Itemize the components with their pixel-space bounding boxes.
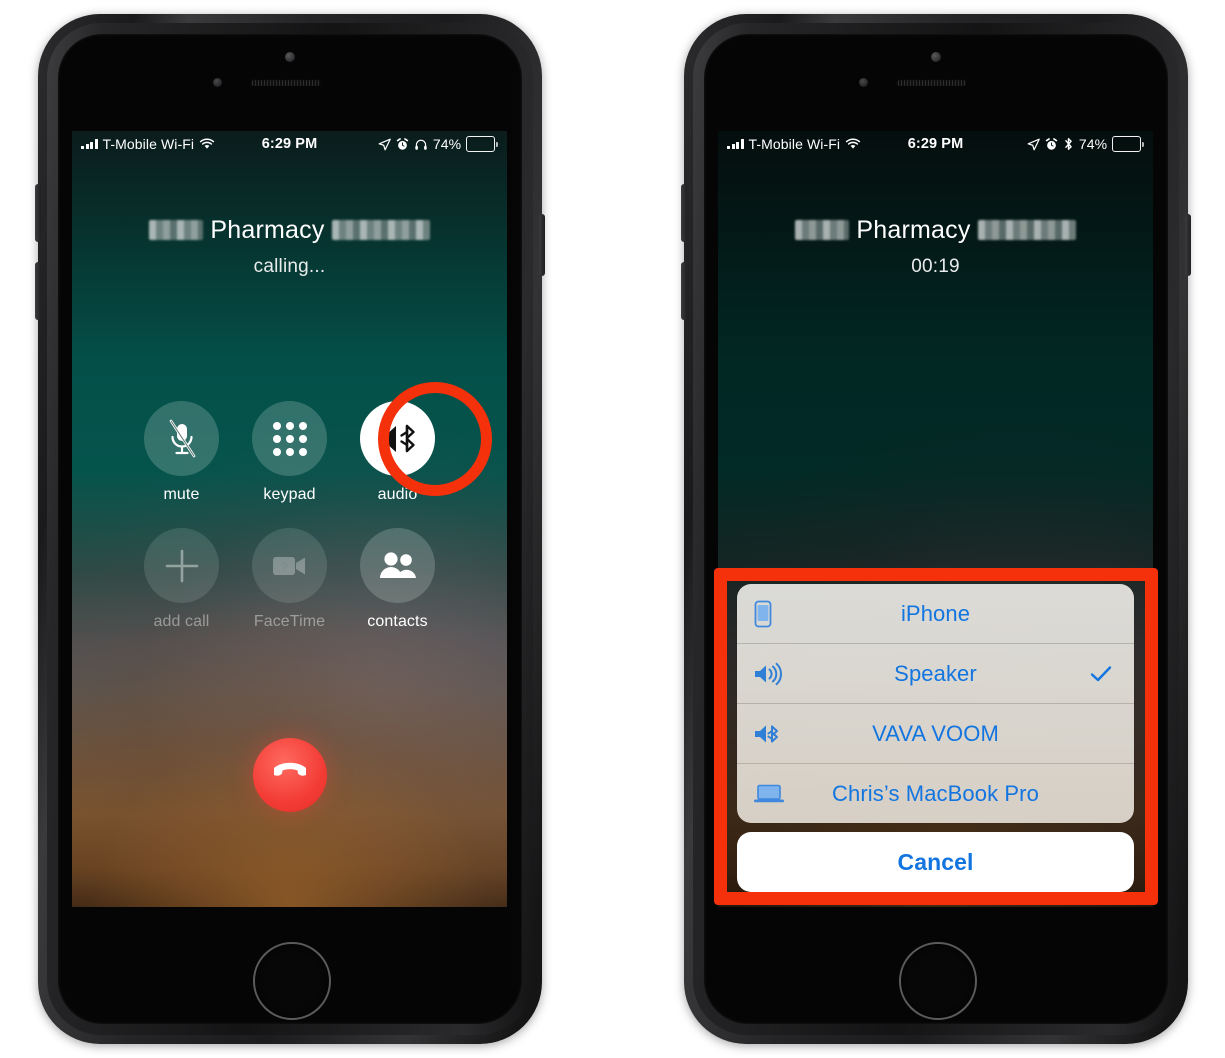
hang-up-handset-icon [274, 762, 306, 776]
proximity-sensor-icon-right [859, 78, 868, 87]
add-call-button-label: add call [153, 613, 210, 630]
callee-name-left: Pharmacy [210, 215, 325, 244]
audio-button-highlight-ring [378, 382, 492, 496]
call-duration-right: 00:19 [911, 256, 960, 277]
volume-up-button-right[interactable] [681, 184, 687, 242]
status-bar-clock: 6:29 PM [907, 136, 964, 152]
call-header-right: Pharmacy 00:19 [718, 213, 1153, 278]
keypad-button-label: keypad [263, 486, 316, 503]
keypad-button-circle [252, 401, 327, 476]
redacted-name-prefix-right [795, 220, 850, 240]
keypad-button[interactable]: keypad [252, 401, 327, 504]
power-button-right[interactable] [1185, 214, 1191, 276]
contacts-button[interactable]: contacts [360, 528, 435, 631]
volume-up-button-left[interactable] [35, 184, 41, 242]
callee-name-row-right: Pharmacy [718, 213, 1153, 247]
facetime-button[interactable]: ? FaceTime [252, 528, 327, 631]
earpiece-speaker-right [896, 79, 967, 86]
earpiece-speaker-left [250, 79, 321, 86]
status-bar-left: T-Mobile Wi-Fi 6:29 PM 74% [72, 131, 507, 157]
add-call-button[interactable]: add call [144, 528, 219, 631]
power-button-left[interactable] [539, 214, 545, 276]
microphone-slash-icon [169, 419, 195, 457]
facetime-button-circle: ? [252, 528, 327, 603]
call-controls-row-2-left: add call ? FaceTime contacts [72, 528, 507, 631]
redacted-name-prefix-left [149, 220, 204, 240]
plus-icon [165, 549, 198, 582]
phone-device-right: T-Mobile Wi-Fi 6:29 PM 74% Pharmacy 00:1… [681, 14, 1191, 1044]
end-call-button[interactable] [253, 738, 327, 812]
svg-text:?: ? [281, 560, 288, 574]
mute-button-label: mute [163, 486, 200, 503]
facetime-button-label: FaceTime [253, 613, 326, 630]
home-button-right[interactable] [899, 942, 977, 1020]
redacted-name-suffix-right [977, 220, 1076, 240]
mute-button-circle [144, 401, 219, 476]
action-sheet-highlight-box [714, 568, 1158, 905]
keypad-dots-icon [272, 421, 307, 456]
phone-screen-left: T-Mobile Wi-Fi 6:29 PM 74% Pharmacy call… [72, 131, 507, 907]
redacted-name-suffix-left [331, 220, 430, 240]
call-header-left: Pharmacy calling... [72, 213, 507, 278]
status-bar-clock: 6:29 PM [261, 136, 318, 152]
call-status-left: calling... [253, 256, 326, 277]
mute-button[interactable]: mute [144, 401, 219, 504]
screenshot-canvas: T-Mobile Wi-Fi 6:29 PM 74% Pharmacy call… [0, 0, 1225, 1058]
video-camera-icon: ? [272, 556, 305, 575]
people-icon [379, 551, 416, 578]
callee-name-right: Pharmacy [856, 215, 971, 244]
phone-device-left: T-Mobile Wi-Fi 6:29 PM 74% Pharmacy call… [35, 14, 545, 1044]
proximity-sensor-icon-left [213, 78, 222, 87]
volume-down-button-right[interactable] [681, 262, 687, 320]
contacts-button-circle [360, 528, 435, 603]
home-button-left[interactable] [253, 942, 331, 1020]
contacts-button-label: contacts [367, 613, 428, 630]
status-bar-right: T-Mobile Wi-Fi 6:29 PM 74% [718, 131, 1153, 157]
front-camera-icon-left [285, 52, 295, 62]
callee-name-row-left: Pharmacy [72, 213, 507, 247]
front-camera-icon-right [931, 52, 941, 62]
add-call-button-circle [144, 528, 219, 603]
volume-down-button-left[interactable] [35, 262, 41, 320]
